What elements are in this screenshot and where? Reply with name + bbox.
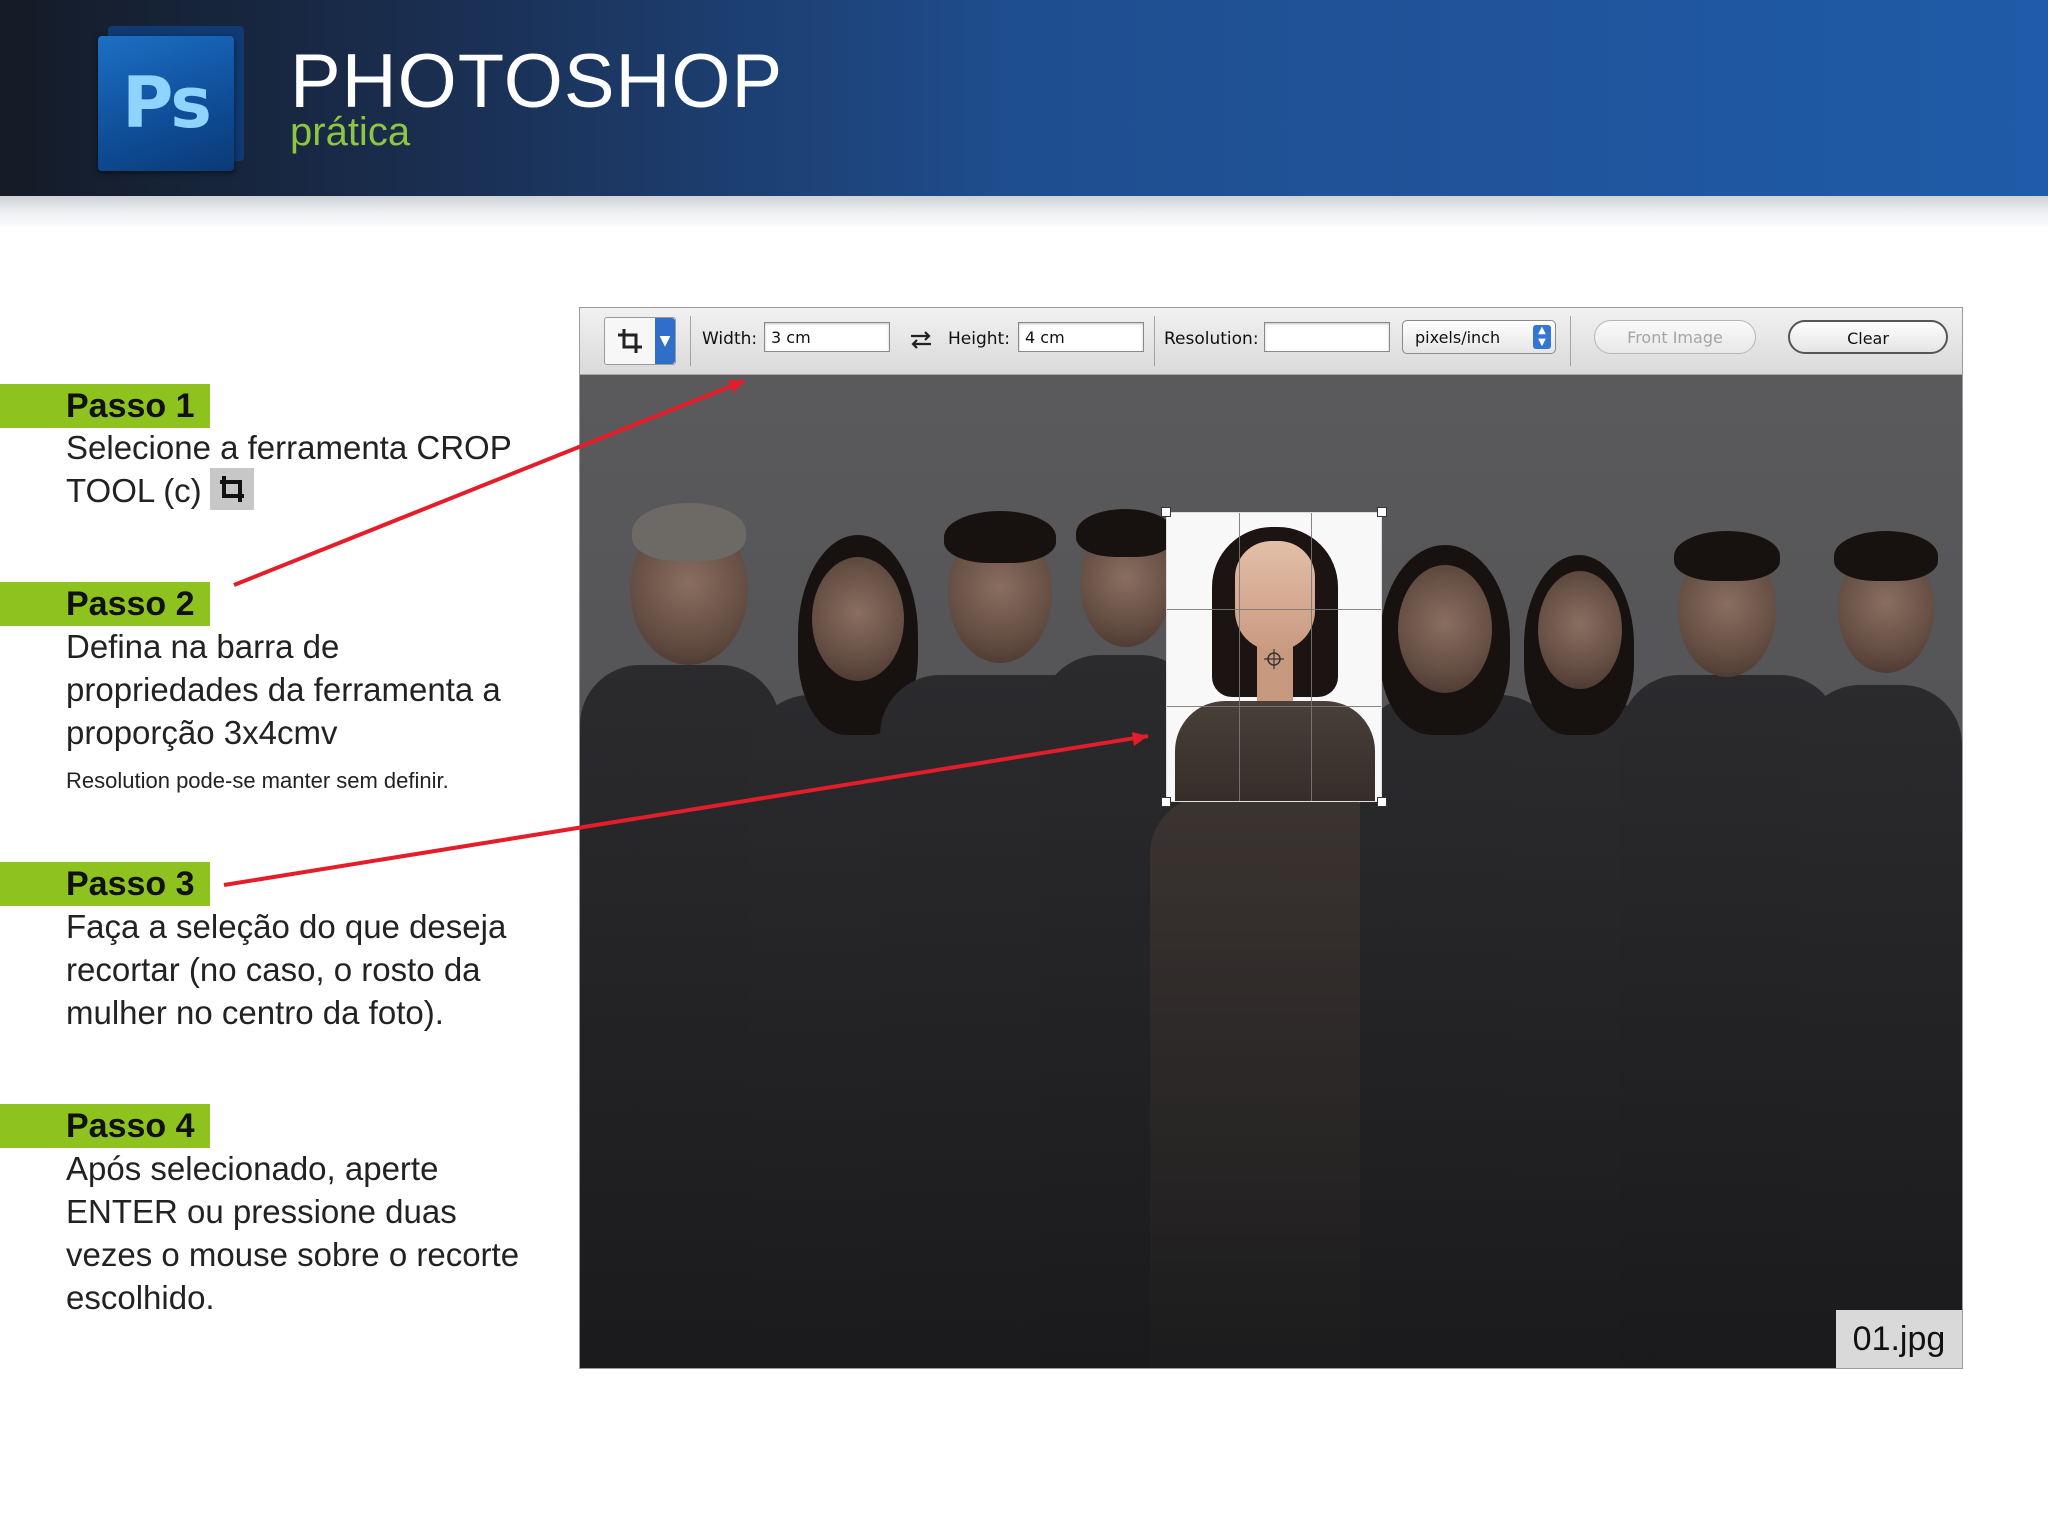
resolution-label: Resolution: — [1164, 329, 1259, 349]
crop-tool-icon — [618, 329, 642, 353]
step-1-title: Passo 1 — [66, 387, 195, 425]
step-3-line-3: mulher no centro da foto). — [66, 994, 444, 1031]
person-hair — [1674, 531, 1780, 581]
step-3-line-2: recortar (no caso, o rosto da — [66, 951, 481, 988]
step-1-line-2-text: TOOL (c) — [66, 472, 202, 509]
crop-handle-bottom-right[interactable] — [1377, 797, 1387, 807]
person-hair — [944, 511, 1056, 563]
tool-preset-picker[interactable]: ▼ — [604, 317, 676, 365]
crop-handle-bottom-left[interactable] — [1161, 797, 1171, 807]
crop-handle-top-right[interactable] — [1377, 507, 1387, 517]
step-2-line-2: propriedades da ferramenta a — [66, 671, 501, 708]
width-label: Width: — [702, 329, 758, 349]
person-head — [812, 557, 904, 681]
dropdown-arrow-icon[interactable]: ▼ — [655, 318, 675, 364]
crop-grid-line — [1311, 513, 1312, 801]
person-head — [1398, 565, 1492, 693]
person-hair — [1834, 531, 1938, 581]
person-silhouette — [1800, 685, 1962, 1368]
swap-arrows-icon[interactable] — [908, 328, 934, 352]
step-1-text: Selecione a ferramenta CROP TOOL (c) — [66, 426, 512, 514]
person-hair — [632, 503, 746, 561]
resolution-unit-value: pixels/inch — [1415, 328, 1501, 347]
step-3-line-1: Faça a seleção do que deseja — [66, 908, 507, 945]
resolution-field[interactable] — [1264, 322, 1390, 352]
person-head — [1538, 571, 1622, 689]
photoshop-screenshot: ▼ Width: 3 cm Height: 4 cm Resolution: p… — [580, 308, 1962, 1368]
height-field[interactable]: 4 cm — [1018, 322, 1144, 352]
step-2-line-3: proporção 3x4cmv — [66, 714, 338, 751]
front-image-button[interactable]: Front Image — [1594, 320, 1756, 354]
crop-grid-line — [1239, 513, 1240, 801]
separator — [690, 316, 691, 366]
separator — [1570, 316, 1571, 366]
page-subtitle: prática — [290, 110, 411, 154]
step-2-text: Defina na barra de propriedades da ferra… — [66, 625, 501, 754]
header-banner: Ps PHOTOSHOP prática — [0, 0, 2048, 196]
person-silhouette — [1150, 795, 1390, 1368]
width-field[interactable]: 3 cm — [764, 322, 890, 352]
woman-blouse — [1175, 701, 1375, 801]
step-4-line-3: vezes o mouse sobre o recorte — [66, 1236, 520, 1273]
resolution-unit-select[interactable]: pixels/inch ▲ ▼ — [1402, 320, 1556, 354]
step-4-title: Passo 4 — [66, 1107, 195, 1145]
step-1-line-2: TOOL (c) — [66, 468, 512, 514]
crop-grid-line — [1167, 609, 1381, 610]
step-3-title: Passo 3 — [66, 865, 195, 903]
step-3-text: Faça a seleção do que deseja recortar (n… — [66, 905, 506, 1034]
photoshop-logo-icon: Ps — [98, 26, 244, 171]
crop-options-bar: ▼ Width: 3 cm Height: 4 cm Resolution: p… — [580, 308, 1962, 375]
step-1-line-1: Selecione a ferramenta CROP — [66, 429, 512, 466]
crop-grid-line — [1167, 706, 1381, 707]
step-2-title: Passo 2 — [66, 585, 195, 623]
filename-label: 01.jpg — [1836, 1310, 1962, 1368]
logo-text: Ps — [122, 62, 212, 144]
person-hair — [1076, 509, 1174, 557]
step-4-line-4: escolhido. — [66, 1279, 215, 1316]
step-2-note: Resolution pode-se manter sem definir. — [66, 768, 449, 793]
woman-face — [1235, 541, 1315, 651]
crop-center-icon — [1264, 649, 1284, 669]
crop-handle-top-left[interactable] — [1161, 507, 1171, 517]
clear-button[interactable]: Clear — [1788, 320, 1948, 354]
crop-tool-icon — [209, 468, 254, 511]
step-4-text: Após selecionado, aperte ENTER ou pressi… — [66, 1147, 519, 1319]
step-4-line-2: ENTER ou pressione duas — [66, 1193, 457, 1230]
separator — [1154, 316, 1155, 366]
header-shadow — [0, 196, 2048, 230]
step-4-line-1: Após selecionado, aperte — [66, 1150, 439, 1187]
height-label: Height: — [948, 329, 1010, 349]
image-canvas[interactable]: 01.jpg — [580, 375, 1962, 1368]
step-2-line-1: Defina na barra de — [66, 628, 340, 665]
select-stepper-icon: ▲ ▼ — [1533, 325, 1551, 349]
